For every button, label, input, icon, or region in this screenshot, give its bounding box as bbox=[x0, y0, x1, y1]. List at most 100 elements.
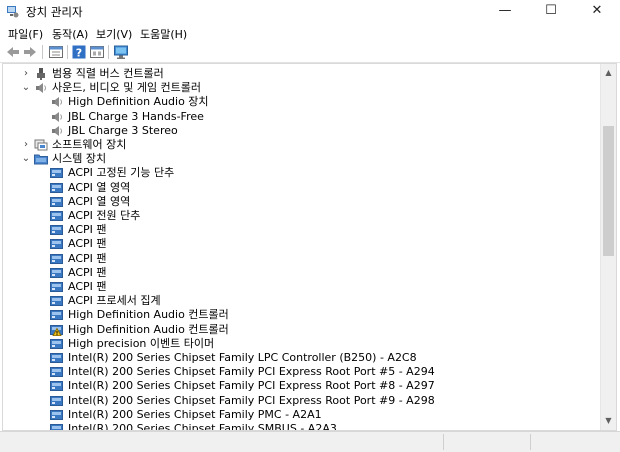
tree-device-item[interactable]: High Definition Audio 장치 bbox=[3, 95, 599, 109]
tree-device-item[interactable]: ACPI 팬 bbox=[3, 252, 599, 266]
menu-file[interactable]: 파일(F) bbox=[8, 26, 43, 42]
tree-device-item[interactable]: ACPI 열 영역 bbox=[3, 195, 599, 209]
device-icon bbox=[50, 367, 63, 378]
folder-icon bbox=[34, 154, 48, 165]
tree-item-label: High Definition Audio 장치 bbox=[68, 95, 209, 109]
tree-item-label: Intel(R) 200 Series Chipset Family PCI E… bbox=[68, 365, 435, 379]
device-icon bbox=[50, 239, 63, 250]
tree-item-label: ACPI 팬 bbox=[68, 280, 107, 293]
device-icon bbox=[50, 381, 63, 392]
tree-device-item[interactable]: ACPI 프로세서 집계 bbox=[3, 294, 599, 308]
status-divider bbox=[530, 434, 531, 450]
properties-grid-icon[interactable] bbox=[48, 44, 64, 60]
tree-device-item[interactable]: ACPI 전원 단추 bbox=[3, 209, 599, 223]
tree-device-item[interactable]: Intel(R) 200 Series Chipset Family PCI E… bbox=[3, 365, 599, 379]
tree-item-label: ACPI 팬 bbox=[68, 251, 107, 265]
view-grid-icon[interactable] bbox=[89, 44, 105, 60]
device-icon bbox=[50, 253, 63, 264]
tree-item-label: High Definition Audio 컨트롤러 bbox=[68, 308, 229, 322]
tree-item-label: High precision 이벤트 타이머 bbox=[68, 336, 215, 350]
tree-device-item[interactable]: Intel(R) 200 Series Chipset Family PCI E… bbox=[3, 379, 599, 393]
tree-item-label: ACPI 열 영역 bbox=[68, 194, 131, 208]
tree-device-item[interactable]: Intel(R) 200 Series Chipset Family PMC -… bbox=[3, 408, 599, 422]
tree-item-label: Intel(R) 200 Series Chipset Family LPC C… bbox=[68, 351, 417, 364]
device-icon bbox=[50, 424, 63, 430]
tree-category[interactable]: ⌄ 사운드, 비디오 및 게임 컨트롤러 bbox=[3, 81, 599, 95]
tree-item-label: Intel(R) 200 Series Chipset Family PMC -… bbox=[68, 407, 322, 421]
tree-item-label: 범용 직렬 버스 컨트롤러 bbox=[52, 67, 164, 80]
tree-device-item[interactable]: ACPI 열 영역 bbox=[3, 181, 599, 195]
tree-device-item[interactable]: JBL Charge 3 Stereo bbox=[3, 124, 599, 138]
tree-device-item[interactable]: ACPI 팬 bbox=[3, 237, 599, 251]
tree-category[interactable]: › 소프트웨어 장치 bbox=[3, 138, 599, 152]
monitor-icon[interactable] bbox=[113, 44, 129, 60]
tree-item-label: ACPI 팬 bbox=[68, 237, 107, 251]
close-button[interactable]: ✕ bbox=[574, 0, 620, 23]
chevron-down-icon[interactable]: ⌄ bbox=[21, 81, 31, 95]
help-icon[interactable]: ? bbox=[71, 44, 87, 60]
device-warning-icon bbox=[50, 324, 63, 336]
device-tree[interactable]: › 범용 직렬 버스 컨트롤러 ⌄ 사운드, 비디오 및 게임 컨트롤러 High De… bbox=[2, 63, 617, 431]
scroll-up-arrow-icon[interactable]: ▲ bbox=[601, 66, 616, 80]
device-icon bbox=[50, 409, 63, 420]
tree-item-label: ACPI 열 영역 bbox=[68, 180, 131, 194]
device-icon bbox=[50, 211, 63, 221]
tree-device-item[interactable]: High precision 이벤트 타이머 bbox=[3, 337, 599, 351]
device-manager-app-icon bbox=[7, 6, 19, 18]
tree-item-label: 시스템 장치 bbox=[52, 152, 107, 166]
toolbar-separator bbox=[42, 45, 43, 59]
title-bar: 장치 관리자 — ☐ ✕ bbox=[0, 0, 620, 23]
tree-item-label: ACPI 팬 bbox=[68, 223, 107, 237]
tree-item-label: High Definition Audio 컨트롤러 bbox=[68, 322, 229, 336]
tree-item-label: 소프트웨어 장치 bbox=[52, 138, 127, 151]
device-icon bbox=[50, 353, 63, 363]
minimize-button[interactable]: — bbox=[482, 0, 528, 23]
back-arrow-icon[interactable] bbox=[5, 44, 21, 60]
maximize-button[interactable]: ☐ bbox=[528, 0, 574, 23]
scroll-thumb[interactable] bbox=[603, 126, 614, 256]
tree-device-item[interactable]: Intel(R) 200 Series Chipset Family SMBUS… bbox=[3, 422, 599, 431]
forward-arrow-icon[interactable] bbox=[22, 44, 38, 60]
tree-category[interactable]: › 범용 직렬 버스 컨트롤러 bbox=[3, 67, 599, 81]
tree-device-item[interactable]: ACPI 팬 bbox=[3, 223, 599, 237]
device-icon bbox=[50, 282, 63, 292]
device-icon bbox=[50, 182, 63, 193]
chevron-right-icon[interactable]: › bbox=[21, 67, 31, 81]
tree-device-item[interactable]: High Definition Audio 컨트롤러 bbox=[3, 323, 599, 337]
tree-category[interactable]: ⌄ 시스템 장치 bbox=[3, 152, 599, 166]
chevron-right-icon[interactable]: › bbox=[21, 138, 31, 152]
status-divider bbox=[443, 434, 444, 450]
tree-device-item[interactable]: ACPI 고정된 기능 단추 bbox=[3, 166, 599, 180]
usb-icon bbox=[37, 68, 45, 80]
tree-device-item[interactable]: Intel(R) 200 Series Chipset Family LPC C… bbox=[3, 351, 599, 365]
tree-item-label: 사운드, 비디오 및 게임 컨트롤러 bbox=[52, 81, 202, 95]
tree-item-label: ACPI 프로세서 집계 bbox=[68, 294, 161, 308]
tree-device-item[interactable]: ACPI 팬 bbox=[3, 266, 599, 280]
tree-item-label: JBL Charge 3 Stereo bbox=[68, 123, 178, 137]
tree-device-item[interactable]: ACPI 팬 bbox=[3, 280, 599, 294]
tree-device-item[interactable]: Intel(R) 200 Series Chipset Family PCI E… bbox=[3, 394, 599, 408]
toolbar-separator bbox=[108, 45, 109, 59]
vertical-scrollbar[interactable]: ▲ ▼ bbox=[600, 64, 616, 430]
tree-device-item[interactable]: High Definition Audio 컨트롤러 bbox=[3, 308, 599, 322]
device-icon bbox=[50, 395, 63, 406]
chevron-down-icon[interactable]: ⌄ bbox=[21, 152, 31, 166]
device-icon bbox=[50, 196, 63, 207]
speaker-icon bbox=[36, 83, 46, 94]
tree-item-label: ACPI 팬 bbox=[68, 265, 107, 279]
menu-view[interactable]: 보기(V) bbox=[96, 26, 132, 42]
device-icon bbox=[50, 267, 63, 278]
speaker-icon bbox=[52, 125, 62, 136]
toolbar-separator bbox=[67, 45, 68, 59]
device-icon bbox=[50, 168, 63, 179]
menu-bar: 파일(F) 동작(A) 보기(V) 도움말(H) bbox=[0, 23, 620, 42]
device-icon bbox=[50, 296, 63, 307]
tree-device-item[interactable]: JBL Charge 3 Hands-Free bbox=[3, 110, 599, 124]
menu-help[interactable]: 도움말(H) bbox=[140, 26, 187, 42]
tree-item-label: ACPI 전원 단추 bbox=[68, 209, 141, 222]
tree-item-label: Intel(R) 200 Series Chipset Family PCI E… bbox=[68, 393, 435, 407]
tree-item-label: Intel(R) 200 Series Chipset Family SMBUS… bbox=[68, 422, 337, 431]
menu-action[interactable]: 동작(A) bbox=[52, 26, 88, 42]
software-device-icon bbox=[34, 139, 48, 151]
scroll-down-arrow-icon[interactable]: ▼ bbox=[601, 414, 616, 428]
